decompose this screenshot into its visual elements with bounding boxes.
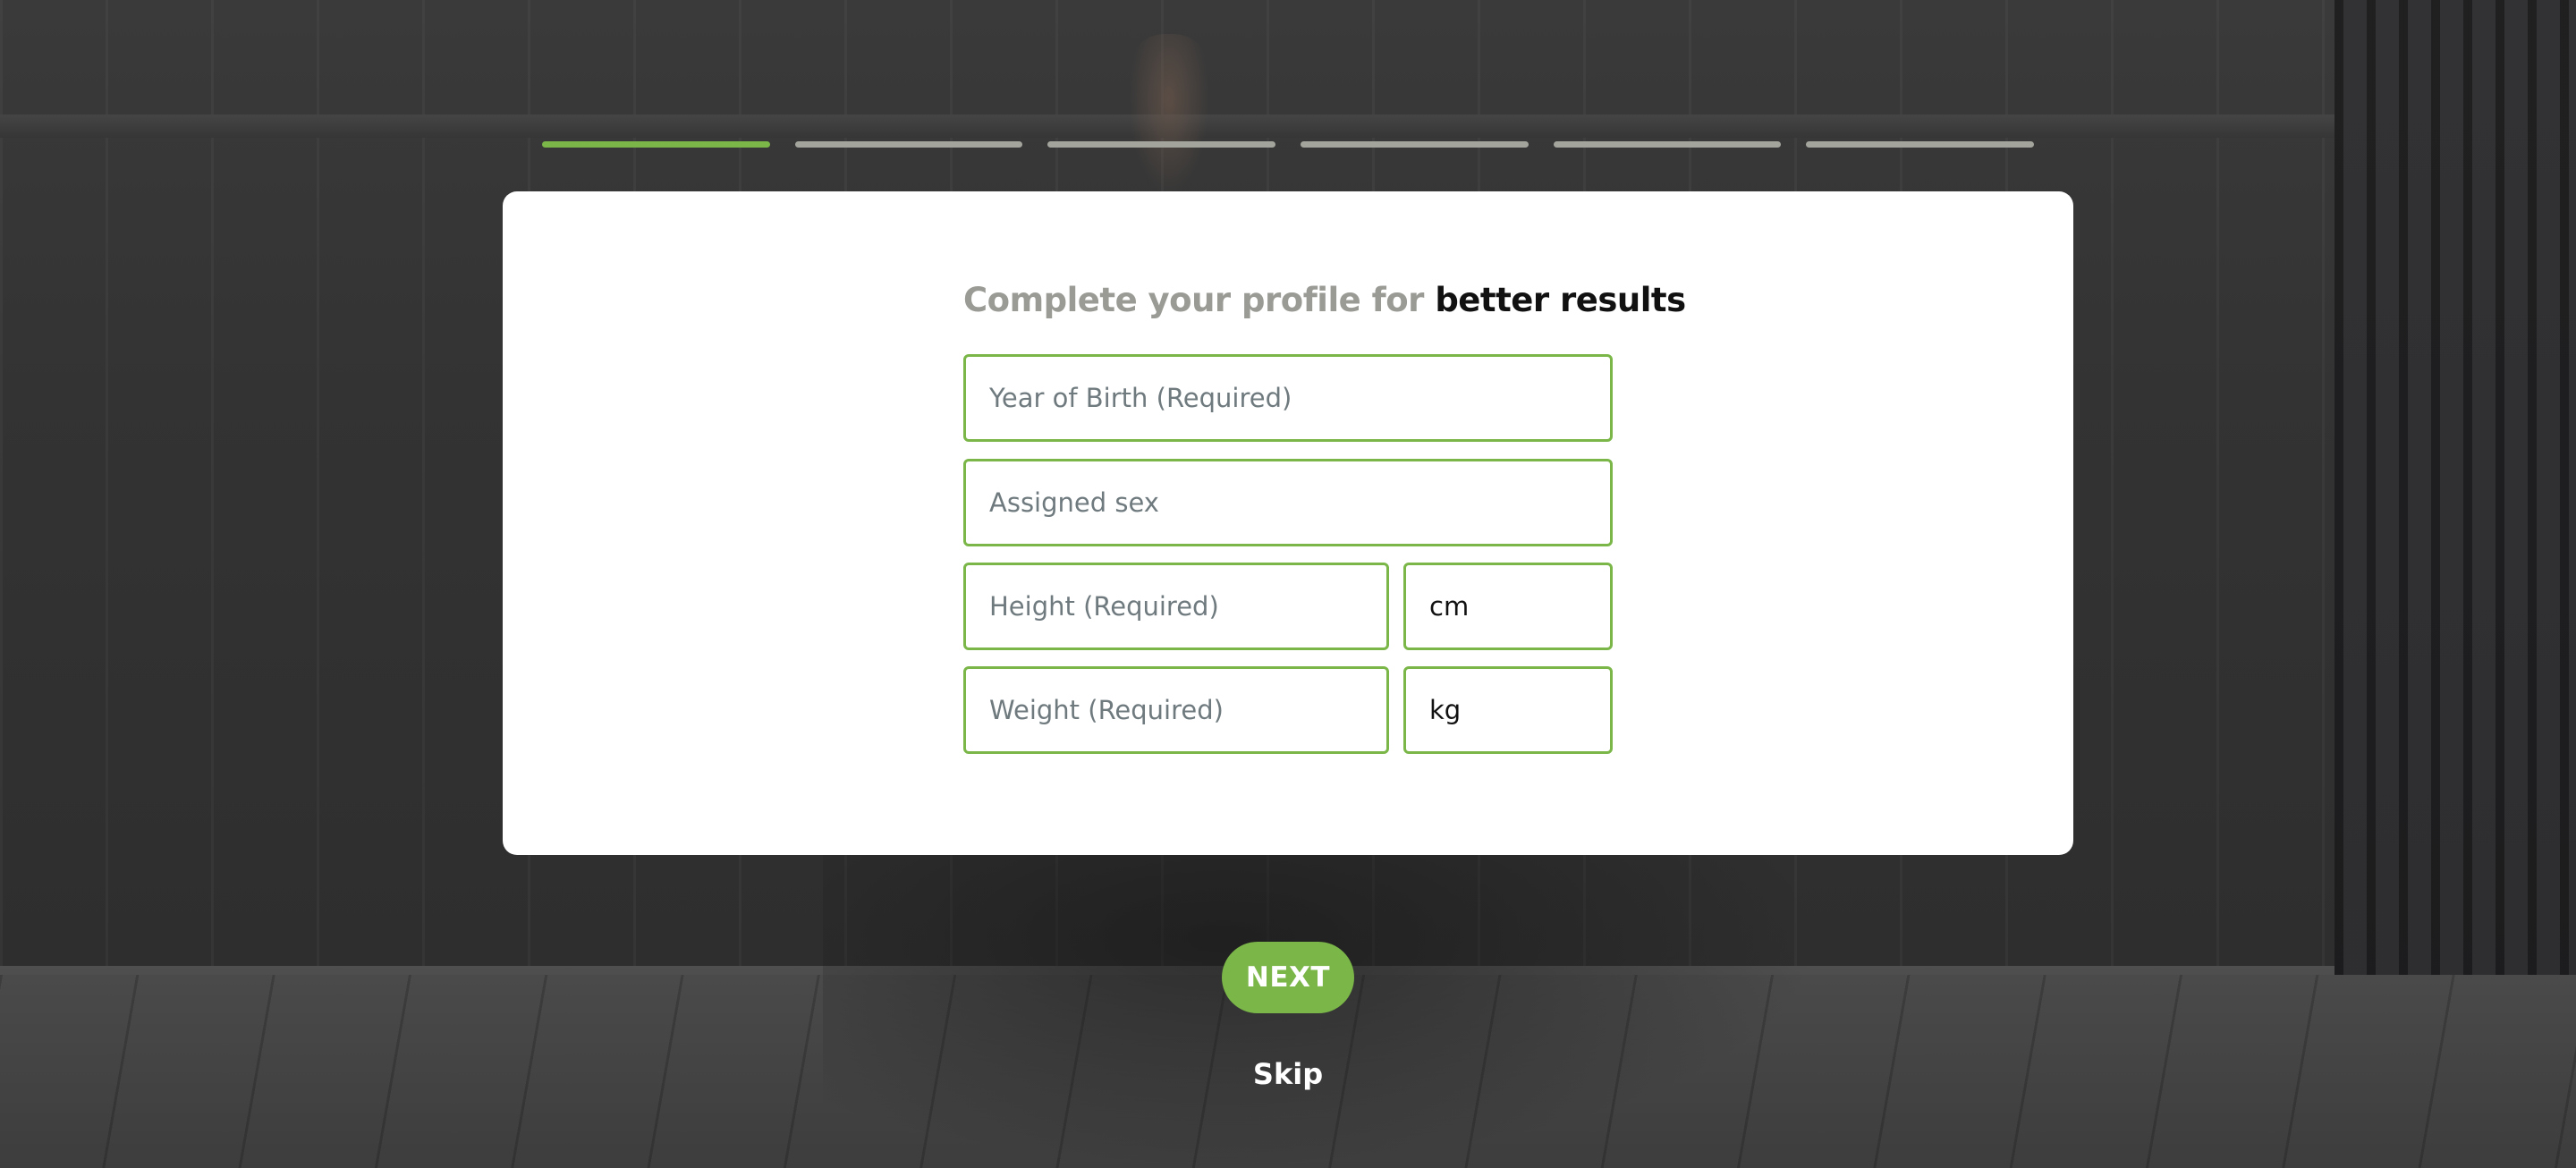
height-unit-select[interactable]: cm bbox=[1403, 563, 1613, 650]
progress-step-3 bbox=[1047, 141, 1276, 148]
weight-field[interactable]: Weight (Required) bbox=[963, 666, 1389, 754]
progress-step-6 bbox=[1806, 141, 2035, 148]
year-of-birth-placeholder: Year of Birth (Required) bbox=[989, 383, 1292, 413]
profile-card: Complete your profile for better results… bbox=[503, 191, 2073, 855]
progress-step-4 bbox=[1301, 141, 1529, 148]
title-emphasis: better results bbox=[1435, 281, 1686, 319]
background-curtain bbox=[2334, 0, 2576, 975]
progress-step-2 bbox=[794, 141, 1023, 148]
height-field[interactable]: Height (Required) bbox=[963, 563, 1389, 650]
skip-link[interactable]: Skip bbox=[1199, 1057, 1377, 1091]
height-placeholder: Height (Required) bbox=[989, 591, 1219, 622]
weight-placeholder: Weight (Required) bbox=[989, 695, 1224, 725]
progress-step-5 bbox=[1553, 141, 1782, 148]
assigned-sex-placeholder: Assigned sex bbox=[989, 487, 1159, 518]
height-unit-value: cm bbox=[1429, 591, 1470, 622]
step-progress-bar bbox=[542, 141, 2035, 148]
onboarding-screen: Complete your profile for better results… bbox=[0, 0, 2576, 1168]
background-hand bbox=[1129, 34, 1209, 195]
background-rail bbox=[0, 114, 2576, 138]
weight-unit-value: kg bbox=[1429, 695, 1462, 725]
title-muted: Complete your profile for bbox=[963, 281, 1424, 319]
year-of-birth-field[interactable]: Year of Birth (Required) bbox=[963, 354, 1613, 442]
page-title: Complete your profile for better results bbox=[963, 281, 1686, 319]
next-button[interactable]: NEXT bbox=[1222, 942, 1354, 1013]
assigned-sex-field[interactable]: Assigned sex bbox=[963, 459, 1613, 546]
progress-step-1 bbox=[542, 141, 770, 148]
weight-unit-select[interactable]: kg bbox=[1403, 666, 1613, 754]
